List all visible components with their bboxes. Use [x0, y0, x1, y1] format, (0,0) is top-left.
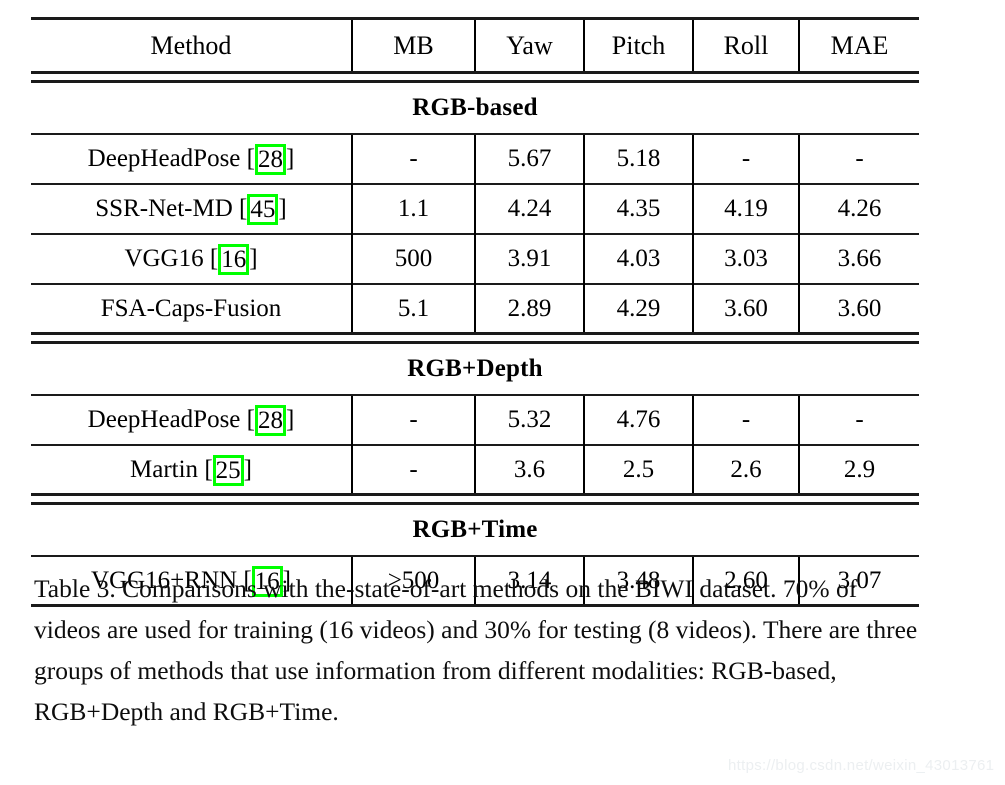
- column-header-yaw: Yaw: [474, 17, 584, 73]
- cell-roll: -: [692, 393, 799, 445]
- cell-mb: 5.1: [351, 282, 475, 334]
- rule-cell: [31, 493, 919, 505]
- cell-method: DeepHeadPose [28]: [31, 132, 352, 184]
- cell-method: VGG16 [16]: [31, 232, 352, 284]
- column-header-mb: MB: [351, 17, 475, 73]
- citation-bracket-open: [: [246, 406, 255, 433]
- section-header-row: RGB-based: [31, 82, 919, 134]
- comparison-table-body: Method MB Yaw Pitch Roll MAE RGB-based DeepHead…: [31, 17, 919, 608]
- caption-text: Comparisons with the-state-of-art method…: [34, 574, 918, 726]
- method-name: FSA-Caps-Fusion: [100, 294, 282, 322]
- method-name: Martin: [130, 455, 199, 483]
- rule-cell: [31, 332, 919, 344]
- citation-bracket-close: ]: [243, 455, 252, 483]
- cell-method: SSR-Net-MD [45]: [31, 182, 352, 234]
- cell-pitch: 4.03: [583, 232, 693, 284]
- citation-bracket-close: ]: [285, 145, 295, 172]
- method-name: VGG16: [124, 245, 204, 272]
- caption-label: Table 3.: [34, 574, 116, 603]
- section-title: RGB+Time: [412, 516, 538, 544]
- section-title: RGB+Depth: [407, 355, 543, 383]
- citation-bracket-open: [: [246, 145, 255, 172]
- column-header-mae: MAE: [798, 17, 919, 73]
- cell-pitch: 2.5: [583, 443, 693, 495]
- section-header-row: RGB+Depth: [31, 343, 919, 395]
- cell-pitch: 5.18: [583, 132, 693, 184]
- cell-roll: 3.03: [692, 232, 799, 284]
- document-page: Method MB Yaw Pitch Roll MAE RGB-based DeepHead…: [0, 0, 1005, 785]
- cell-roll: 4.19: [692, 182, 799, 234]
- cell-pitch: 4.29: [583, 282, 693, 334]
- cell-mb: -: [351, 393, 475, 445]
- table-double-rule: [31, 71, 919, 83]
- method-name: DeepHeadPose: [87, 145, 241, 172]
- cell-yaw: 5.67: [474, 132, 584, 184]
- table-row: Martin [25] -3.6 2.5 2.6 2.9: [31, 443, 919, 495]
- table-row: DeepHeadPose [28] -5.67 5.18- -: [31, 132, 919, 184]
- citation-bracket-open: [: [209, 245, 219, 272]
- table-header-row: Method MB Yaw Pitch Roll MAE: [31, 17, 919, 73]
- cell-mae: -: [798, 132, 919, 184]
- citation-bracket-open: [: [204, 455, 213, 483]
- method-name: SSR-Net-MD: [95, 195, 233, 222]
- cell-mb: 500: [351, 232, 475, 284]
- cell-method: Martin [25]: [31, 443, 352, 495]
- cell-roll: 3.60: [692, 282, 799, 334]
- table-caption: Table 3. Comparisons with the-state-of-a…: [34, 568, 924, 732]
- column-header-pitch: Pitch: [583, 17, 693, 73]
- method-name: DeepHeadPose: [87, 406, 241, 433]
- cell-mb: -: [351, 132, 475, 184]
- cell-mae: 2.9: [798, 443, 919, 495]
- citation-bracket-close: ]: [285, 406, 295, 433]
- cell-yaw: 4.24: [474, 182, 584, 234]
- cell-yaw: 2.89: [474, 282, 584, 334]
- column-header-roll: Roll: [692, 17, 799, 73]
- table-row: VGG16 [16] 500 3.91 4.03 3.03 3.66: [31, 232, 919, 284]
- citation-link[interactable]: 16: [218, 244, 250, 275]
- citation-bracket-close: ]: [278, 195, 287, 222]
- table-row: FSA-Caps-Fusion 5.1 2.89 4.29 3.60 3.60: [31, 282, 919, 334]
- section-header-row: RGB+Time: [31, 504, 919, 556]
- cell-roll: -: [692, 132, 799, 184]
- citation-link[interactable]: 45: [247, 194, 279, 225]
- cell-method: FSA-Caps-Fusion: [31, 282, 352, 334]
- column-header-method: Method: [31, 17, 352, 73]
- cell-roll: 2.6: [692, 443, 799, 495]
- table-double-rule: [31, 493, 919, 505]
- cell-mb: 1.1: [351, 182, 475, 234]
- citation-link[interactable]: 25: [212, 454, 244, 486]
- comparison-table-container: Method MB Yaw Pitch Roll MAE RGB-based DeepHead…: [31, 17, 919, 608]
- cell-yaw: 3.6: [474, 443, 584, 495]
- section-title: RGB-based: [412, 94, 538, 122]
- table-row: SSR-Net-MD [45] 1.1 4.24 4.35 4.19 4.26: [31, 182, 919, 234]
- cell-mae: 4.26: [798, 182, 919, 234]
- citation-bracket-close: ]: [249, 245, 258, 272]
- cell-method: DeepHeadPose [28]: [31, 393, 352, 445]
- cell-mae: 3.60: [798, 282, 919, 334]
- citation-link[interactable]: 28: [254, 405, 286, 436]
- comparison-table: Method MB Yaw Pitch Roll MAE RGB-based DeepHead…: [31, 17, 919, 608]
- watermark: https://blog.csdn.net/weixin_43013761: [728, 757, 995, 774]
- table-row: DeepHeadPose [28] -5.32 4.76- -: [31, 393, 919, 445]
- cell-mb: -: [351, 443, 475, 495]
- citation-bracket-open: [: [239, 195, 248, 222]
- cell-yaw: 5.32: [474, 393, 584, 445]
- cell-pitch: 4.35: [583, 182, 693, 234]
- cell-mae: 3.66: [798, 232, 919, 284]
- citation-link[interactable]: 28: [254, 144, 286, 175]
- table-double-rule: [31, 332, 919, 344]
- rule-cell: [31, 71, 919, 83]
- cell-pitch: 4.76: [583, 393, 693, 445]
- cell-yaw: 3.91: [474, 232, 584, 284]
- cell-mae: -: [798, 393, 919, 445]
